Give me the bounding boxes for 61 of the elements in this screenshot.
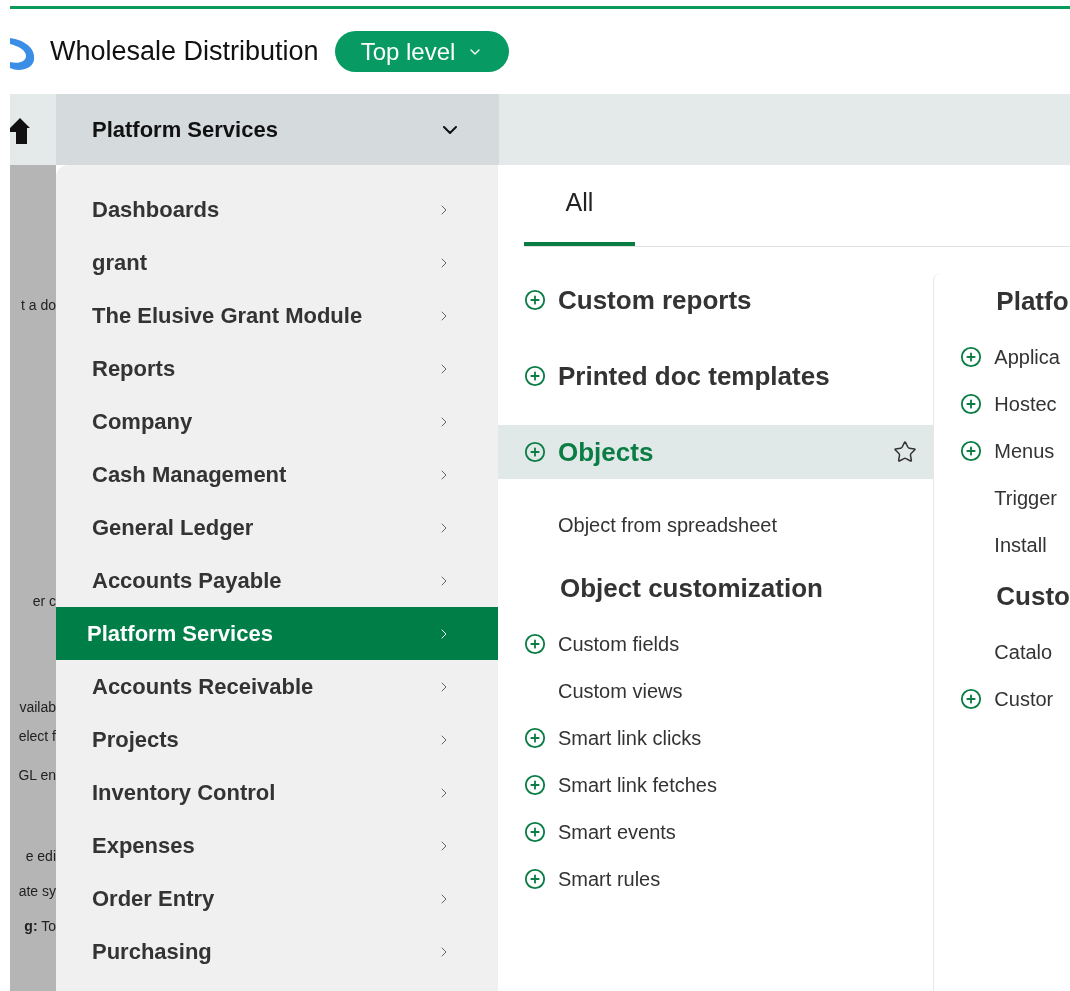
- background-text: elect f: [18, 727, 56, 746]
- menu-link[interactable]: Menus: [994, 435, 1055, 466]
- section-heading: Object customization: [560, 572, 823, 605]
- module-menu-item[interactable]: Projects: [56, 713, 498, 766]
- menu-link[interactable]: Smart events: [558, 816, 676, 847]
- add-icon[interactable]: [524, 867, 546, 890]
- module-menu-item[interactable]: Platform Services: [56, 607, 498, 660]
- menu-link[interactable]: Catalo: [994, 636, 1053, 667]
- module-menu-item[interactable]: Order Entry: [56, 872, 498, 925]
- menu-link[interactable]: Object from spreadsheet: [558, 509, 777, 540]
- background-text: er c: [32, 592, 56, 611]
- menu-link[interactable]: Applica: [994, 341, 1060, 372]
- tab[interactable]: All: [524, 164, 635, 246]
- module-menu-item[interactable]: Inventory Control: [56, 766, 498, 819]
- star-icon[interactable]: [893, 440, 918, 464]
- module-menu-item[interactable]: Accounts Payable: [56, 554, 498, 607]
- menu-link[interactable]: Install: [994, 529, 1047, 560]
- add-icon[interactable]: [524, 820, 546, 843]
- section-heading: Platfo: [996, 285, 1069, 318]
- caret-icon: [443, 125, 457, 134]
- background-text: ate sy: [18, 882, 56, 901]
- section-heading: Custo: [996, 580, 1070, 613]
- menu-link[interactable]: Smart rules: [558, 863, 661, 894]
- module-menu-item[interactable]: General Ledger: [56, 501, 498, 554]
- add-icon[interactable]: [960, 345, 983, 368]
- level-button[interactable]: Top level: [334, 31, 510, 72]
- menu-group[interactable]: Custom reports: [498, 273, 934, 327]
- module-menu-item[interactable]: Accounts Receivable: [56, 660, 498, 713]
- background-text: GL en: [18, 766, 56, 785]
- menu-link[interactable]: Custor: [994, 683, 1054, 714]
- module-menu-item[interactable]: Expenses: [56, 819, 498, 872]
- module-dropdown[interactable]: Platform Services: [56, 94, 499, 165]
- background-text: g: To: [24, 917, 56, 936]
- menu-link[interactable]: Smart link fetches: [558, 769, 717, 800]
- add-icon[interactable]: [524, 726, 546, 749]
- module-menu-item[interactable]: grant: [56, 236, 498, 289]
- menu-link[interactable]: Custom views: [558, 675, 683, 706]
- menu-link[interactable]: Trigger: [994, 482, 1057, 513]
- app-title: Wholesale Distribution: [50, 35, 319, 69]
- menu-link[interactable]: Hostec: [994, 388, 1057, 419]
- module-menu-item[interactable]: Dashboards: [56, 183, 498, 236]
- background-text: vailab: [19, 698, 56, 717]
- menu-link[interactable]: Custom fields: [558, 628, 680, 659]
- module-menu-item[interactable]: Purchasing: [56, 925, 498, 978]
- add-icon[interactable]: [960, 392, 983, 415]
- add-icon[interactable]: [524, 441, 546, 463]
- add-icon[interactable]: [524, 632, 546, 655]
- module-menu-item[interactable]: Company: [56, 395, 498, 448]
- add-icon[interactable]: [960, 687, 983, 710]
- add-icon[interactable]: [524, 289, 546, 311]
- add-icon[interactable]: [524, 773, 546, 796]
- background-text: t a do: [20, 296, 56, 315]
- menu-link[interactable]: Smart link clicks: [558, 722, 702, 753]
- module-menu-item[interactable]: The Elusive Grant Module: [56, 289, 498, 342]
- module-menu-item[interactable]: Cash Management: [56, 448, 498, 501]
- add-icon[interactable]: [524, 365, 546, 387]
- background-text: e edi: [25, 847, 56, 866]
- menu-group[interactable]: Printed doc templates: [498, 349, 934, 403]
- add-icon[interactable]: [960, 439, 983, 462]
- module-menu-item[interactable]: Reports: [56, 342, 498, 395]
- menu-group-highlighted[interactable]: Objects: [498, 425, 934, 479]
